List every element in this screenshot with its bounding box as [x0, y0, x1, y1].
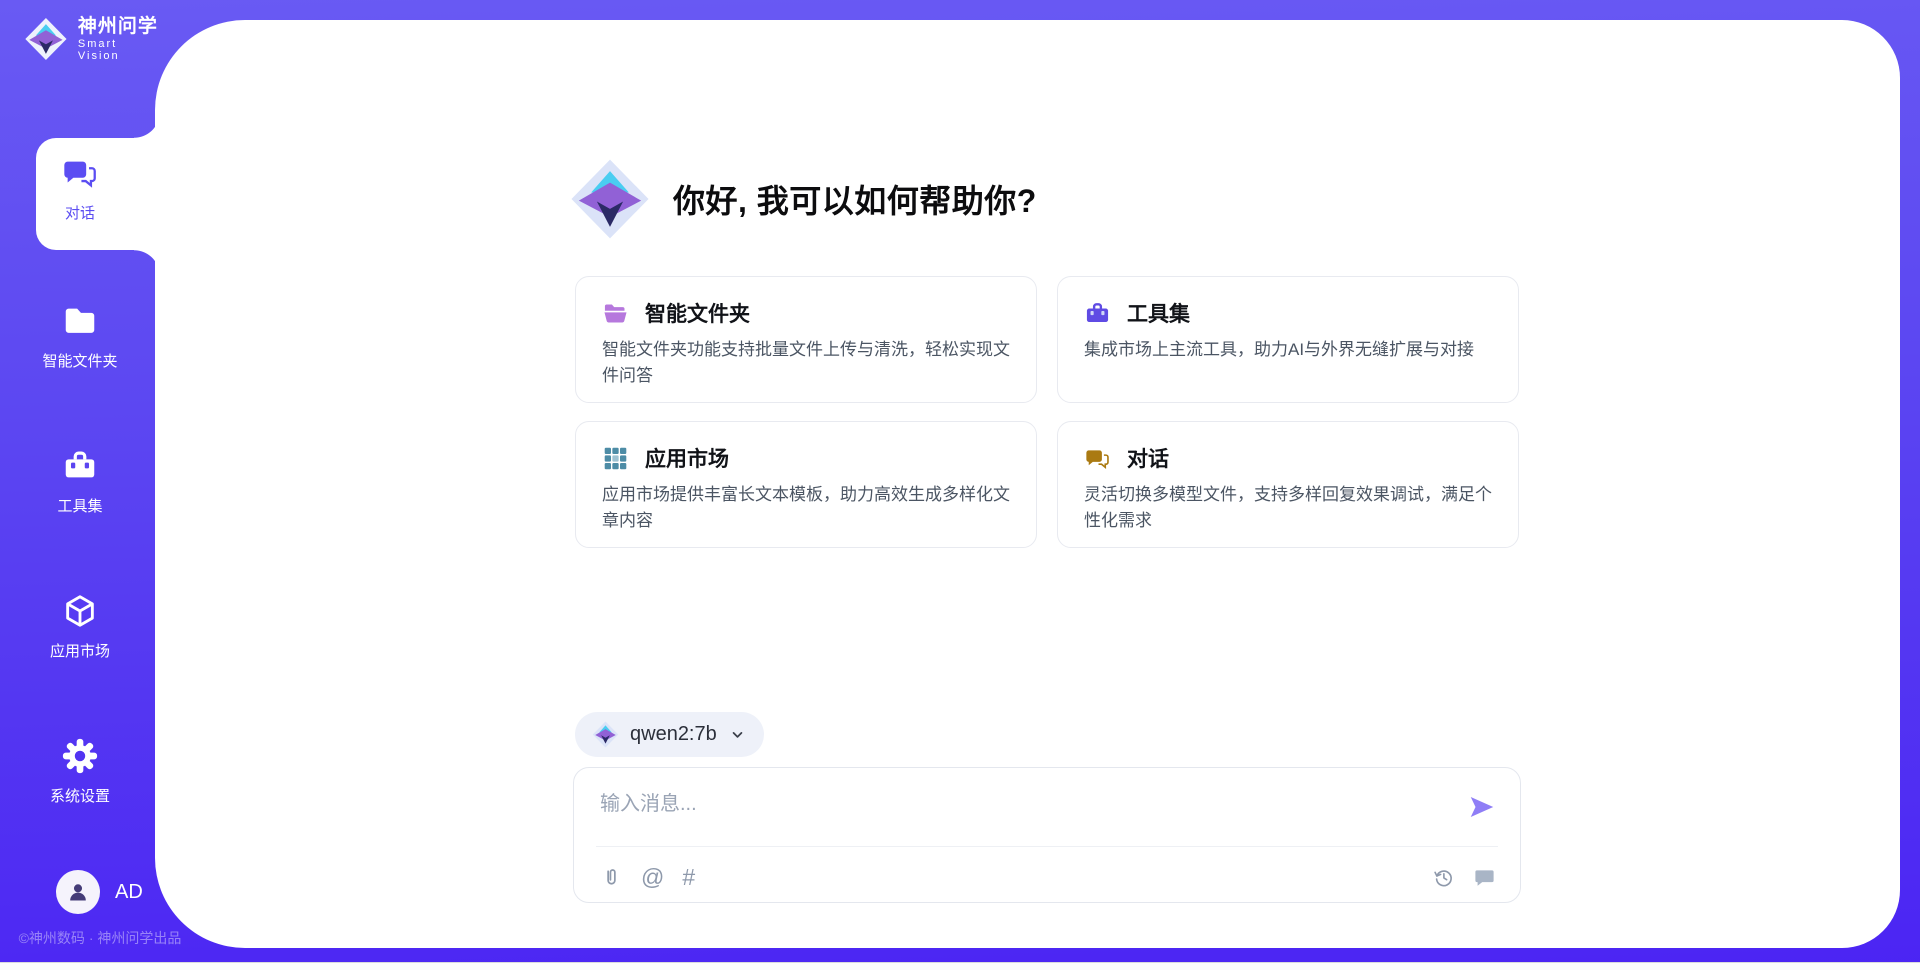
- composer-toolbar: @ #: [600, 858, 1496, 896]
- sidebar-item-label: 应用市场: [50, 640, 110, 661]
- assistant-logo-icon: [569, 158, 651, 240]
- feature-card-app-market[interactable]: 应用市场 应用市场提供丰富长文本模板，助力高效生成多样化文章内容: [575, 421, 1037, 548]
- message-composer: @ #: [573, 767, 1521, 903]
- paperclip-icon: [600, 866, 623, 889]
- greeting-block: 你好, 我可以如何帮助你?: [569, 158, 1037, 240]
- card-title: 应用市场: [645, 443, 729, 473]
- attach-file-button[interactable]: [600, 866, 623, 889]
- sidebar-item-settings[interactable]: 系统设置: [0, 721, 160, 821]
- browser-bottom-strip: [0, 962, 1920, 970]
- card-title: 工具集: [1127, 298, 1190, 328]
- model-logo-icon: [592, 721, 619, 748]
- user-name: AD: [115, 881, 143, 904]
- history-icon: [1432, 866, 1455, 889]
- sidebar-item-label: 智能文件夹: [42, 350, 117, 371]
- topic-button[interactable]: #: [682, 866, 695, 889]
- user-profile[interactable]: AD: [56, 870, 143, 914]
- gear-icon: [60, 736, 100, 776]
- greeting-title: 你好, 我可以如何帮助你?: [673, 176, 1037, 222]
- feature-card-smart-folder[interactable]: 智能文件夹 智能文件夹功能支持批量文件上传与清洗，轻松实现文件问答: [575, 276, 1037, 403]
- person-icon: [65, 879, 91, 905]
- sidebar-item-app-market[interactable]: 应用市场: [0, 576, 160, 676]
- chat-icon: [60, 153, 100, 193]
- at-icon: @: [641, 866, 664, 889]
- avatar: [56, 870, 100, 914]
- diamond-logo-icon: [24, 16, 68, 62]
- sidebar-item-toolbox[interactable]: 工具集: [0, 431, 160, 531]
- sidebar-item-label: 对话: [65, 202, 95, 223]
- send-icon: [1467, 792, 1497, 822]
- sidebar-item-chat[interactable]: 对话: [0, 138, 160, 238]
- model-name: qwen2:7b: [630, 723, 717, 746]
- folder-icon: [60, 301, 100, 341]
- brand-subtitle: Smart Vision: [78, 38, 160, 62]
- model-selector[interactable]: qwen2:7b: [575, 712, 764, 757]
- composer-divider: [596, 846, 1498, 847]
- feature-card-chat[interactable]: 对话 灵活切换多模型文件，支持多样回复效果调试，满足个性化需求: [1057, 421, 1519, 548]
- card-description: 集成市场上主流工具，助力AI与外界无缝扩展与对接: [1084, 337, 1492, 363]
- card-title: 智能文件夹: [645, 298, 750, 328]
- brand-logo: 神州问学 Smart Vision: [24, 16, 160, 62]
- send-button[interactable]: [1466, 792, 1498, 824]
- folder-open-icon: [602, 300, 629, 327]
- card-description: 灵活切换多模型文件，支持多样回复效果调试，满足个性化需求: [1084, 482, 1492, 533]
- sidebar-item-label: 工具集: [57, 495, 102, 516]
- main-panel: 你好, 我可以如何帮助你? 智能文件夹 智能文件夹功能支持批量文件上传与清洗，轻…: [155, 20, 1900, 948]
- brand-name: 神州问学: [78, 16, 160, 38]
- toolbox-icon: [60, 446, 100, 486]
- toolbox-icon: [1084, 300, 1111, 327]
- card-description: 智能文件夹功能支持批量文件上传与清洗，轻松实现文件问答: [602, 337, 1010, 388]
- sidebar-item-label: 系统设置: [50, 785, 110, 806]
- feature-cards: 智能文件夹 智能文件夹功能支持批量文件上传与清洗，轻松实现文件问答 工具集 集成…: [575, 276, 1519, 548]
- chevron-down-icon: [728, 725, 747, 744]
- feature-card-toolbox[interactable]: 工具集 集成市场上主流工具，助力AI与外界无缝扩展与对接: [1057, 276, 1519, 403]
- quick-chat-button[interactable]: [1473, 866, 1496, 889]
- sidebar-item-smart-folder[interactable]: 智能文件夹: [0, 286, 160, 386]
- copyright-text: ©神州数码 · 神州问学出品: [8, 928, 192, 948]
- chat-icon: [1084, 445, 1111, 472]
- history-button[interactable]: [1432, 866, 1455, 889]
- message-input[interactable]: [600, 786, 1400, 822]
- chat-bubble-icon: [1473, 866, 1496, 889]
- card-title: 对话: [1127, 443, 1169, 473]
- card-description: 应用市场提供丰富长文本模板，助力高效生成多样化文章内容: [602, 482, 1010, 533]
- sidebar: 神州问学 Smart Vision 对话 智能文件夹: [0, 0, 160, 970]
- mention-button[interactable]: @: [641, 866, 664, 889]
- cube-icon: [60, 591, 100, 631]
- grid-icon: [602, 445, 629, 472]
- hash-icon: #: [682, 866, 695, 889]
